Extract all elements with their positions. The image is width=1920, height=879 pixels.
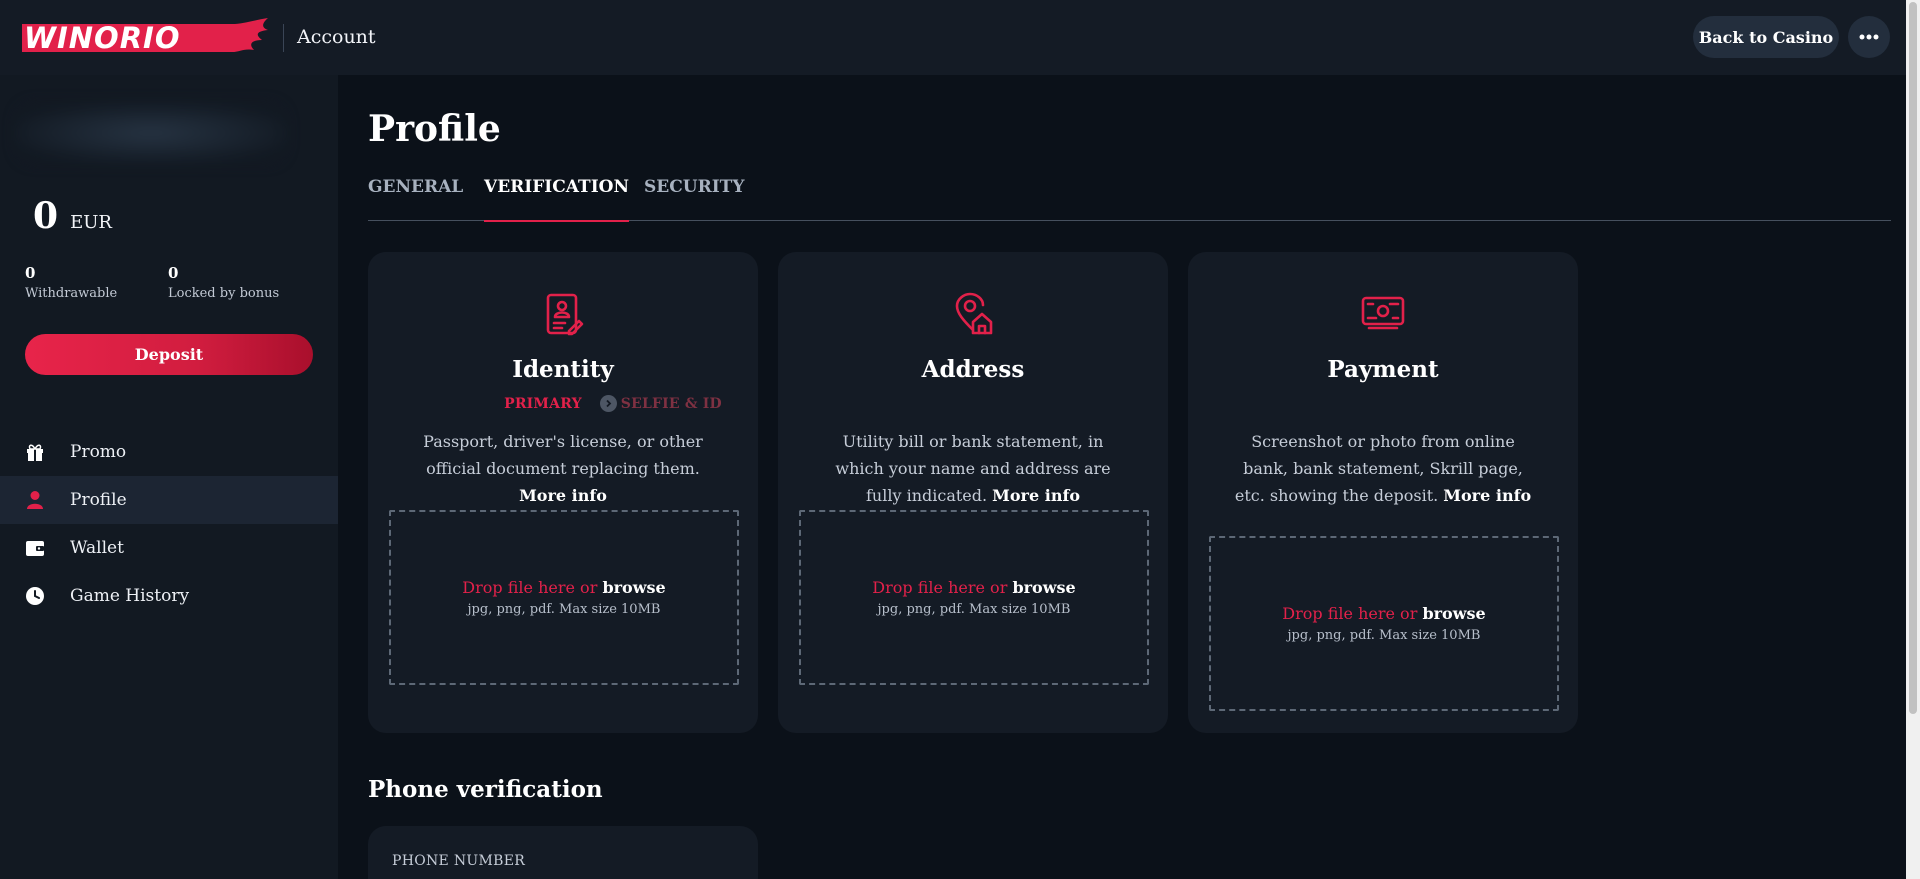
address-card: Address Utility bill or bank statement, … <box>778 252 1168 733</box>
page-scrollbar[interactable] <box>1906 0 1920 879</box>
card-title: Identity <box>512 356 614 383</box>
header-title: Account <box>297 26 376 48</box>
drop-text: Drop file here or <box>1282 604 1418 623</box>
identity-steps: PRIMARY SELFIE & ID <box>368 395 758 412</box>
more-info-link[interactable]: More info <box>1443 486 1531 505</box>
drop-text: Drop file here or <box>462 578 598 597</box>
step-secondary: SELFIE & ID <box>620 395 722 412</box>
tab-general[interactable]: GENERAL <box>368 175 463 221</box>
more-info-link[interactable]: More info <box>992 486 1080 505</box>
tab-verification[interactable]: VERIFICATION <box>484 175 629 222</box>
drop-line: Drop file here or browse <box>872 578 1075 597</box>
id-document-icon <box>539 290 587 338</box>
page-title: Profile <box>368 108 501 150</box>
address-dropzone[interactable]: Drop file here or browse jpg, png, pdf. … <box>799 510 1149 685</box>
card-description: Passport, driver's license, or other off… <box>408 428 718 509</box>
drop-text: Drop file here or <box>872 578 1008 597</box>
file-hint: jpg, png, pdf. Max size 10MB <box>467 602 661 617</box>
sidebar-item-game-history[interactable]: Game History <box>0 572 338 620</box>
profile-tabs: GENERAL VERIFICATION SECURITY <box>368 175 1891 222</box>
withdrawable-stat: 0 Withdrawable <box>25 264 117 301</box>
file-hint: jpg, png, pdf. Max size 10MB <box>1287 628 1481 643</box>
sidebar-item-promo[interactable]: Promo <box>0 428 338 476</box>
wallet-icon <box>25 538 45 558</box>
card-description: Screenshot or photo from online bank, ba… <box>1228 428 1538 509</box>
tab-security[interactable]: SECURITY <box>644 175 744 221</box>
ellipsis-icon <box>1859 34 1879 40</box>
description-text: Passport, driver's license, or other off… <box>423 432 703 478</box>
locked-by-bonus-stat: 0 Locked by bonus <box>168 264 279 301</box>
winorio-logo[interactable]: WINORIO <box>18 18 270 58</box>
clock-icon <box>25 586 45 606</box>
locked-value: 0 <box>168 264 179 282</box>
sidebar-item-label: Profile <box>70 490 127 510</box>
payment-screen-icon <box>1359 290 1407 338</box>
gift-icon <box>25 442 45 462</box>
location-home-icon <box>949 290 997 338</box>
file-hint: jpg, png, pdf. Max size 10MB <box>877 602 1071 617</box>
browse-link[interactable]: browse <box>1422 604 1485 623</box>
user-icon <box>25 490 45 510</box>
balance-amount: 0 <box>33 195 59 237</box>
sidebar-item-label: Game History <box>70 586 190 606</box>
sidebar-item-wallet[interactable]: Wallet <box>0 524 338 572</box>
drop-line: Drop file here or browse <box>462 578 665 597</box>
more-info-link[interactable]: More info <box>519 486 607 505</box>
scrollbar-thumb[interactable] <box>1909 2 1917 714</box>
sidebar-item-profile[interactable]: Profile <box>0 476 338 524</box>
step-primary: PRIMARY <box>504 395 582 412</box>
card-description: Utility bill or bank statement, in which… <box>818 428 1128 509</box>
sidebar-item-label: Promo <box>70 442 127 462</box>
sidebar: 0 EUR 0 Withdrawable 0 Locked by bonus D… <box>0 75 338 879</box>
card-title: Address <box>921 356 1025 383</box>
identity-card: Identity PRIMARY SELFIE & ID Passport, d… <box>368 252 758 733</box>
browse-link[interactable]: browse <box>602 578 665 597</box>
top-bar: WINORIO Account Back to Casino <box>0 0 1920 75</box>
balance: 0 EUR <box>33 195 112 237</box>
payment-card: Payment Screenshot or photo from online … <box>1188 252 1578 733</box>
header-divider <box>283 24 284 52</box>
sidebar-item-label: Wallet <box>70 538 124 558</box>
phone-verification-title: Phone verification <box>368 776 603 803</box>
more-menu-button[interactable] <box>1848 16 1890 58</box>
locked-label: Locked by bonus <box>168 286 280 301</box>
payment-dropzone[interactable]: Drop file here or browse jpg, png, pdf. … <box>1209 536 1559 711</box>
drop-line: Drop file here or browse <box>1282 604 1485 623</box>
identity-dropzone[interactable]: Drop file here or browse jpg, png, pdf. … <box>389 510 739 685</box>
card-title: Payment <box>1327 356 1439 383</box>
browse-link[interactable]: browse <box>1012 578 1075 597</box>
phone-verification-card: PHONE NUMBER <box>368 826 758 879</box>
back-to-casino-button[interactable]: Back to Casino <box>1693 16 1839 58</box>
balance-currency: EUR <box>70 212 112 233</box>
withdrawable-value: 0 <box>25 264 36 282</box>
chevron-right-icon <box>599 395 617 412</box>
logo-text: WINORIO <box>24 21 181 55</box>
withdrawable-label: Withdrawable <box>25 286 118 301</box>
deposit-button[interactable]: Deposit <box>25 334 313 375</box>
blurred-user-info <box>16 103 286 163</box>
phone-number-label: PHONE NUMBER <box>392 853 526 869</box>
